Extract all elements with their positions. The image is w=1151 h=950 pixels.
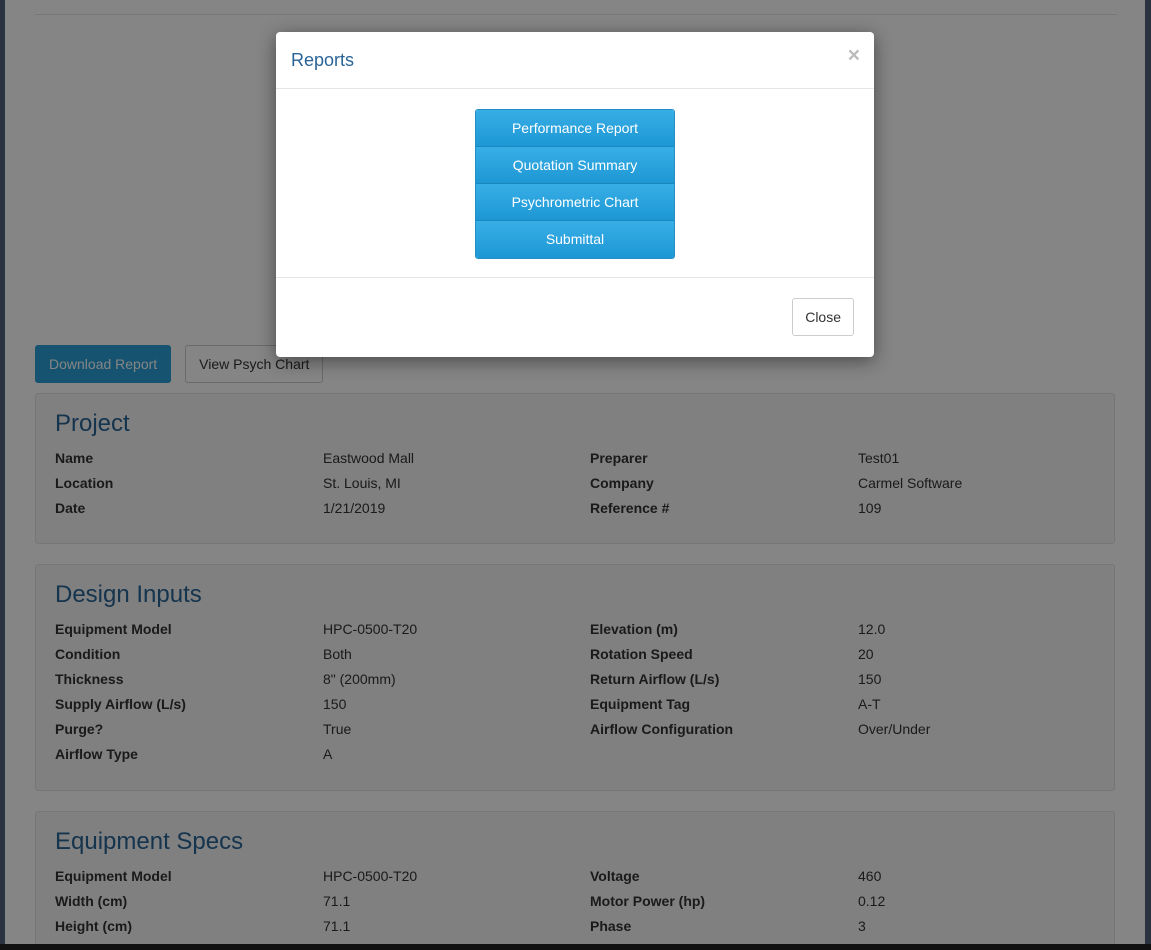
window-edge [0,0,5,944]
quotation-summary-button[interactable]: Quotation Summary [476,147,674,184]
modal-header: Reports × [276,32,874,89]
submittal-button[interactable]: Submittal [476,221,674,258]
report-options: Performance Report Quotation Summary Psy… [475,109,675,259]
modal-title: Reports [291,50,355,70]
psychrometric-chart-button[interactable]: Psychrometric Chart [476,184,674,221]
modal-body: Performance Report Quotation Summary Psy… [276,89,874,278]
modal-footer: Close [276,278,874,356]
close-button[interactable]: Close [792,298,854,336]
reports-modal: Reports × Performance Report Quotation S… [276,32,874,357]
close-icon[interactable]: × [848,44,860,68]
performance-report-button[interactable]: Performance Report [476,110,674,147]
window-bottom-edge [0,944,1151,950]
scrollbar-track[interactable] [1145,0,1151,944]
